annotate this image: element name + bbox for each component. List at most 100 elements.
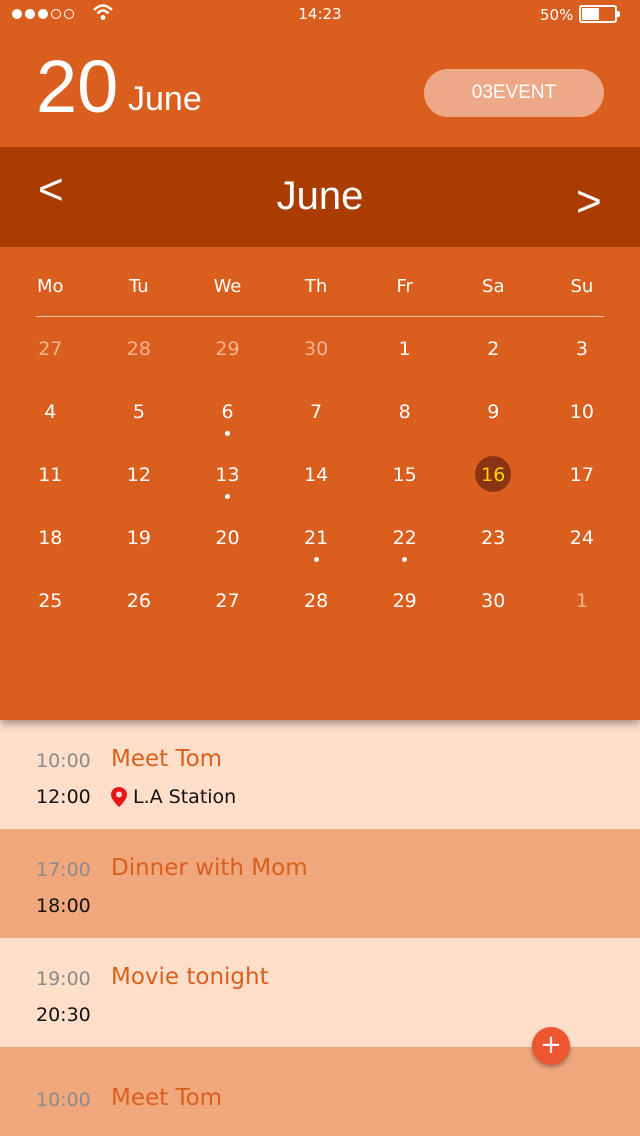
weekday-label: We (213, 276, 242, 297)
day-number: 11 (38, 464, 63, 486)
calendar-day[interactable]: 10 (538, 394, 627, 457)
calendar-week: 11 12 13 14 15 16 17 (6, 456, 634, 520)
calendar-week: 27 28 29 30 1 2 3 (6, 331, 634, 394)
calendar-day[interactable]: 28 (272, 583, 361, 646)
day-number: 6 (221, 401, 234, 423)
event-title: Movie tonight (111, 964, 269, 990)
calendar-day[interactable]: 11 (6, 457, 95, 520)
calendar-day[interactable]: 5 (95, 394, 184, 457)
calendar-day[interactable]: 15 (360, 457, 449, 520)
calendar-day[interactable]: 21 (272, 520, 361, 583)
event-start-time: 10:00 (36, 750, 91, 772)
calendar-day[interactable]: 6 (183, 394, 272, 457)
selected-day: 20 (36, 45, 119, 128)
day-number: 21 (303, 527, 329, 549)
location-pin-icon (111, 787, 127, 807)
calendar-day[interactable]: 24 (538, 520, 627, 583)
event-title: Meet Tom (111, 1085, 223, 1111)
day-number: 25 (38, 590, 63, 612)
calendar-day[interactable]: 14 (272, 457, 361, 520)
day-number: 19 (126, 527, 151, 549)
day-number: 22 (392, 527, 417, 549)
day-number: 2 (487, 338, 500, 360)
calendar-day[interactable]: 3 (538, 331, 627, 394)
day-number: 10 (569, 401, 594, 423)
calendar-day[interactable]: 8 (360, 394, 449, 457)
event-title: Meet Tom (111, 746, 223, 772)
day-number: 5 (132, 401, 145, 423)
month-navigation: < June > (0, 147, 640, 247)
day-number: 20 (215, 527, 240, 549)
calendar-day[interactable]: 30 (449, 583, 538, 646)
calendar-day[interactable]: 18 (6, 520, 95, 583)
calendar-day[interactable]: 28 (95, 331, 184, 394)
calendar-day[interactable]: 1 (360, 331, 449, 394)
event-location-label: L.A Station (133, 786, 237, 808)
event-item[interactable]: 17:00 18:00 Dinner with Mom (0, 829, 640, 938)
day-number: 23 (481, 527, 506, 549)
calendar-day[interactable]: 17 (538, 457, 627, 520)
event-title: Dinner with Mom (111, 855, 308, 881)
event-start-time: 10:00 (36, 1089, 91, 1111)
calendar-day[interactable]: 2 (449, 331, 538, 394)
month-title: June (276, 174, 364, 218)
day-number: 9 (487, 401, 500, 423)
calendar-day[interactable]: 22 (360, 520, 449, 583)
day-number: 27 (38, 338, 63, 360)
calendar-day[interactable]: 29 (360, 583, 449, 646)
calendar-day[interactable]: 13 (183, 457, 272, 520)
calendar-day[interactable]: 26 (95, 583, 184, 646)
day-number: 8 (398, 401, 411, 423)
weekday-label: Fr (396, 276, 413, 297)
weekday-label: Sa (482, 276, 505, 297)
day-number: 17 (569, 464, 594, 486)
event-dot-icon (225, 494, 231, 499)
day-number: 29 (215, 338, 240, 360)
weekday-label: Mo (37, 276, 64, 297)
status-bar: 14:23 50% (0, 0, 640, 28)
calendar-day-today[interactable]: 16 (449, 456, 538, 520)
event-start-time: 19:00 (36, 968, 91, 990)
divider (36, 316, 604, 317)
calendar-day[interactable]: 19 (95, 520, 184, 583)
day-number: 14 (303, 464, 329, 486)
battery-percent: 50% (540, 6, 574, 24)
add-event-button[interactable]: + (532, 1027, 570, 1065)
day-number: 1 (398, 338, 411, 360)
calendar-week: 4 5 6 7 8 9 10 (6, 394, 634, 457)
day-number: 28 (126, 338, 151, 360)
calendar-grid: 27 28 29 30 1 2 3 4 5 6 7 8 9 10 11 12 13 14 15 16 17 18 19 20 2… (6, 331, 634, 646)
selected-month: June (128, 80, 202, 118)
calendar-day[interactable]: 29 (183, 331, 272, 394)
day-number: 18 (38, 527, 63, 549)
calendar-day[interactable]: 25 (6, 583, 95, 646)
day-number: 7 (310, 401, 323, 423)
calendar-day[interactable]: 20 (183, 520, 272, 583)
event-count-button[interactable]: 03EVENT (424, 69, 604, 117)
calendar-day[interactable]: 4 (6, 394, 95, 457)
calendar-day[interactable]: 7 (272, 394, 361, 457)
event-dot-icon (313, 557, 319, 562)
event-dot-icon (402, 557, 408, 562)
day-number: 3 (575, 338, 588, 360)
next-month-button[interactable]: > (576, 177, 602, 227)
calendar-day[interactable]: 23 (449, 520, 538, 583)
weekday-label: Su (570, 276, 594, 297)
calendar-panel: 14:23 50% 20 June 03EVENT < June > Mo Tu… (0, 0, 640, 720)
battery-icon (579, 5, 620, 23)
calendar-day[interactable]: 12 (95, 457, 184, 520)
calendar-day[interactable]: 27 (6, 331, 95, 394)
day-number: 27 (215, 590, 240, 612)
event-item[interactable]: 10:00 12:00 Meet Tom L.A Station (0, 720, 640, 829)
calendar-day[interactable]: 30 (272, 331, 361, 394)
day-number: 1 (575, 590, 588, 612)
calendar-day[interactable]: 1 (538, 583, 627, 646)
calendar-week: 18 19 20 21 22 23 24 (6, 520, 634, 583)
calendar-day[interactable]: 27 (183, 583, 272, 646)
calendar-day[interactable]: 9 (449, 394, 538, 457)
day-number: 16 (481, 464, 506, 486)
day-number: 12 (126, 464, 151, 486)
day-number: 30 (481, 590, 506, 612)
calendar-week: 25 26 27 28 29 30 1 (6, 583, 634, 646)
event-location: L.A Station (111, 786, 236, 808)
